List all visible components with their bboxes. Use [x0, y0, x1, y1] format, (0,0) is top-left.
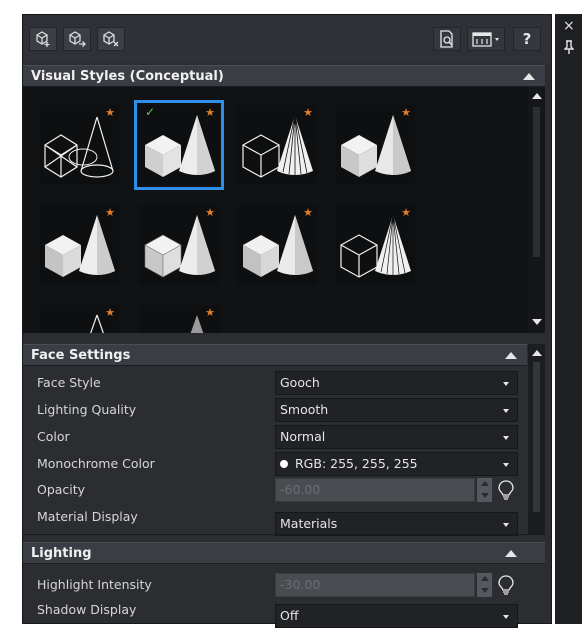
scroll-up-icon[interactable]: [532, 93, 542, 99]
visual-styles-title: Visual Styles (Conceptual): [31, 69, 224, 84]
spin-down-icon[interactable]: [481, 588, 489, 593]
lighting-quality-label: Lighting Quality: [37, 402, 137, 417]
delete-visual-style-icon: [103, 31, 119, 47]
visual-style-thumb-conceptual[interactable]: ✓ ★: [134, 100, 224, 190]
properties-scrollbar[interactable]: [528, 344, 545, 534]
collapse-caret-icon[interactable]: [505, 550, 517, 557]
spin-up-icon[interactable]: [481, 481, 489, 486]
create-visual-style-icon: [36, 31, 50, 47]
material-display-row: Material Display Materials: [23, 507, 527, 536]
shadow-display-row: Shadow Display Off: [23, 599, 527, 628]
delete-visual-style-button[interactable]: [97, 27, 125, 51]
help-icon: ?: [522, 30, 532, 48]
apply-to-viewport-icon: [69, 31, 86, 47]
help-button[interactable]: ?: [513, 27, 541, 51]
color-row: Color Normal: [23, 424, 527, 450]
star-icon: ★: [205, 106, 215, 119]
section-divider: [23, 534, 545, 535]
material-display-select[interactable]: Materials: [275, 512, 518, 536]
star-icon: ★: [105, 206, 115, 219]
visual-style-thumb-wireframe[interactable]: ★: [39, 105, 119, 185]
lighting-quality-row: Lighting Quality Smooth: [23, 397, 527, 423]
create-visual-style-button[interactable]: [29, 27, 57, 51]
star-icon: ★: [105, 106, 115, 119]
star-icon: ★: [205, 306, 215, 319]
collapse-caret-icon[interactable]: [523, 73, 535, 80]
visual-style-thumb-hidden[interactable]: ★: [237, 105, 317, 185]
opacity-spinner[interactable]: [477, 478, 492, 502]
color-swatch-icon: [280, 459, 288, 468]
preview-button[interactable]: [433, 27, 461, 51]
visual-style-thumb-shaded-edges[interactable]: ★: [139, 205, 219, 285]
palette-title-strip: ×: [555, 14, 582, 624]
opacity-label: Opacity: [37, 482, 86, 497]
toolbar: ?: [23, 15, 551, 63]
visual-styles-header[interactable]: Visual Styles (Conceptual): [23, 65, 545, 87]
dropdown-arrow-icon: [503, 409, 509, 413]
visual-style-thumb-partial[interactable]: ★: [139, 305, 219, 333]
checkmark-icon: ✓: [145, 105, 156, 119]
shadow-display-label: Shadow Display: [37, 602, 137, 617]
tool-palette-icon: [472, 32, 499, 47]
tool-palette-dropdown[interactable]: [467, 27, 505, 51]
lighting-quality-select[interactable]: Smooth: [275, 398, 518, 422]
lighting-header[interactable]: Lighting: [23, 542, 545, 564]
scroll-thumb[interactable]: [533, 107, 540, 257]
star-icon: ★: [401, 106, 411, 119]
lightbulb-icon[interactable]: [497, 479, 515, 501]
apply-to-viewport-button[interactable]: [63, 27, 91, 51]
visual-style-thumb-shades-gray[interactable]: ★: [237, 205, 317, 285]
highlight-intensity-row: Highlight Intensity -30.00: [23, 572, 527, 598]
lighting-title: Lighting: [31, 546, 92, 561]
visual-style-thumb-xray[interactable]: ★: [39, 305, 119, 333]
shadow-display-select[interactable]: Off: [275, 604, 518, 628]
dropdown-arrow-icon: [503, 436, 509, 440]
monochrome-color-label: Monochrome Color: [37, 456, 155, 471]
visual-styles-manager-palette: ? Visual Styles (Conceptual) ★ ✓ ★ ★ ★ ★…: [22, 14, 552, 628]
preview-icon: [440, 30, 453, 48]
highlight-intensity-label: Highlight Intensity: [37, 577, 152, 592]
dropdown-arrow-icon: [503, 615, 509, 619]
spin-down-icon[interactable]: [481, 493, 489, 498]
material-display-label: Material Display: [37, 509, 138, 524]
highlight-intensity-input[interactable]: -30.00: [275, 573, 475, 597]
scroll-up-icon[interactable]: [532, 350, 542, 356]
star-icon: ★: [303, 206, 313, 219]
color-label: Color: [37, 429, 70, 444]
collapse-caret-icon[interactable]: [505, 352, 517, 359]
dropdown-arrow-icon: [503, 523, 509, 527]
face-style-select[interactable]: Gooch: [275, 371, 518, 395]
visual-style-thumb-shaded[interactable]: ★: [39, 205, 119, 285]
visual-style-thumb-sketchy[interactable]: ★: [335, 205, 415, 285]
dropdown-arrow-icon: [503, 382, 509, 386]
face-style-row: Face Style Gooch: [23, 370, 527, 396]
highlight-intensity-spinner[interactable]: [477, 573, 492, 597]
face-style-label: Face Style: [37, 375, 101, 390]
close-icon[interactable]: ×: [563, 18, 575, 34]
monochrome-color-select[interactable]: RGB: 255, 255, 255: [275, 452, 518, 476]
star-icon: ★: [105, 306, 115, 319]
face-settings-title: Face Settings: [31, 348, 131, 363]
lightbulb-icon[interactable]: [497, 574, 515, 596]
star-icon: ★: [303, 106, 313, 119]
spin-up-icon[interactable]: [481, 576, 489, 581]
opacity-input[interactable]: -60.00: [275, 478, 475, 502]
scroll-thumb[interactable]: [533, 362, 540, 512]
opacity-row: Opacity -60.00: [23, 477, 527, 503]
face-settings-header[interactable]: Face Settings: [23, 344, 527, 366]
pin-icon[interactable]: [563, 40, 575, 57]
dropdown-arrow-icon: [503, 463, 509, 467]
star-icon: ★: [401, 206, 411, 219]
gallery-scrollbar[interactable]: [528, 87, 545, 333]
monochrome-color-row: Monochrome Color RGB: 255, 255, 255: [23, 451, 527, 477]
visual-style-thumb-realistic[interactable]: ★: [335, 105, 415, 185]
visual-styles-gallery: ★ ✓ ★ ★ ★ ★ ★ ★ ★ ★ ★: [23, 87, 545, 333]
scroll-down-icon[interactable]: [532, 319, 542, 325]
star-icon: ★: [205, 206, 215, 219]
color-select[interactable]: Normal: [275, 425, 518, 449]
